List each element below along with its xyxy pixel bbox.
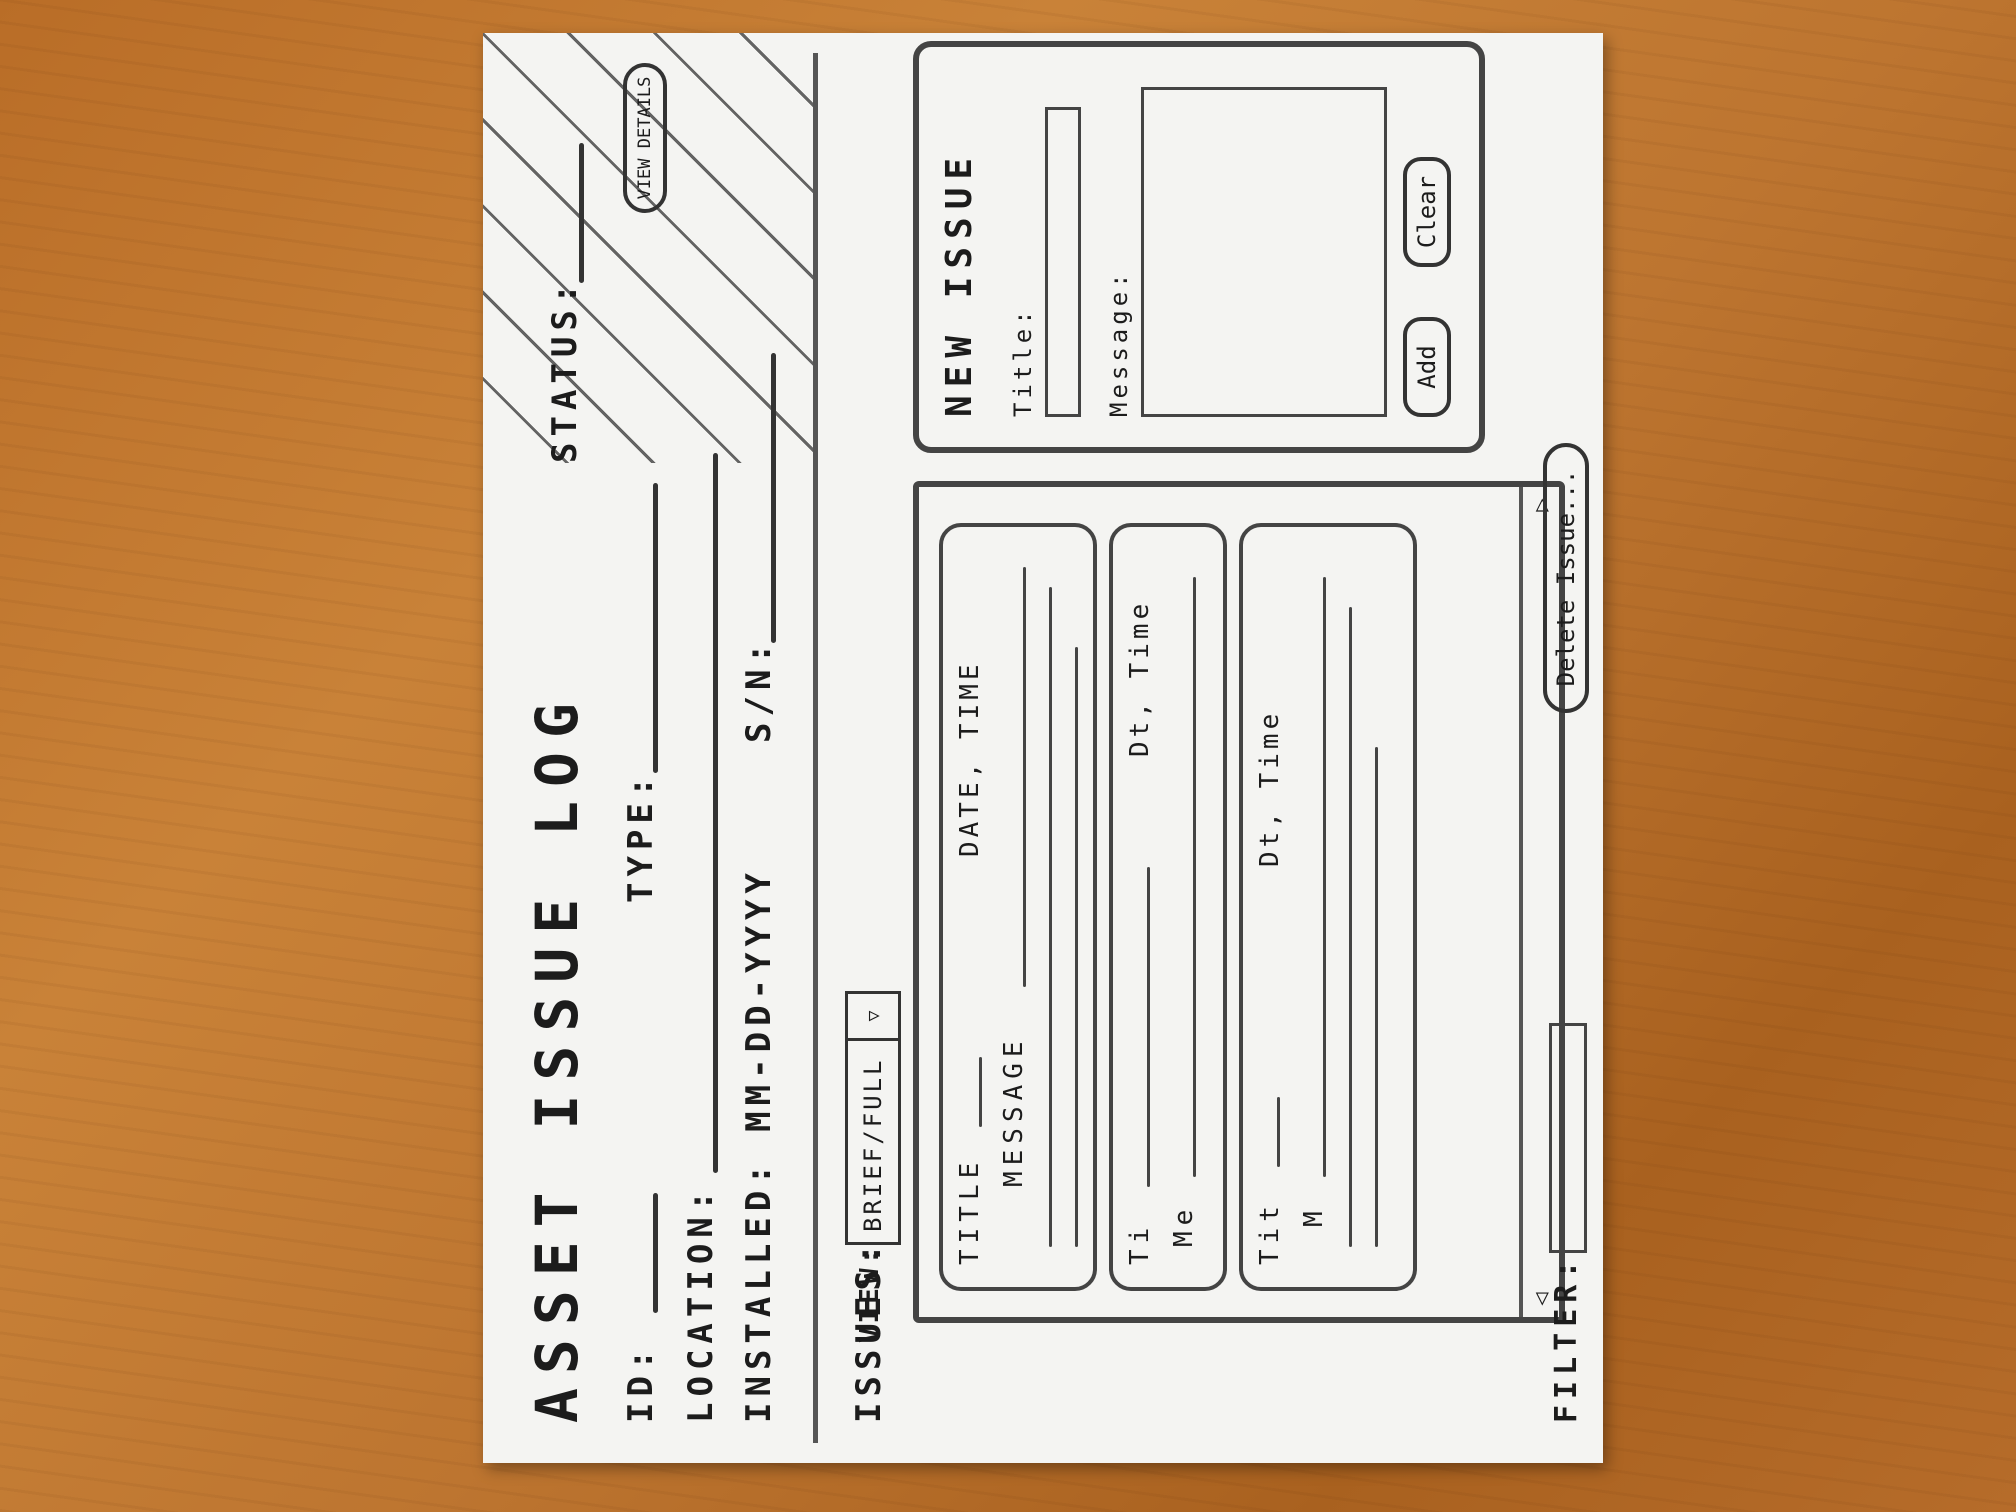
clear-button[interactable]: Clear	[1403, 157, 1451, 267]
message-scribble	[1323, 577, 1326, 1177]
sn-value-line	[771, 353, 776, 643]
new-issue-title-input[interactable]	[1045, 107, 1081, 417]
wireframe: ASSET ISSUE LOG STATUS: VIEW DETAILS ID:…	[483, 33, 1603, 1463]
message-scribble	[1349, 607, 1352, 1247]
view-details-button[interactable]: VIEW DETAILS	[623, 63, 667, 213]
view-mode-select[interactable]: BRIEF/FULL ▽	[845, 991, 901, 1245]
issue-datetime: Dt, Time	[1255, 709, 1285, 867]
new-issue-title: NEW ISSUE	[939, 149, 980, 417]
issue-title: Tit	[1255, 1200, 1285, 1265]
add-button[interactable]: Add	[1403, 317, 1451, 417]
message-scribble	[1023, 567, 1026, 987]
issue-message: M	[1299, 1205, 1329, 1227]
new-issue-message-input[interactable]	[1141, 87, 1387, 417]
filter-label: FILTER:	[1549, 1254, 1584, 1423]
location-label: LOCATION:	[681, 1184, 721, 1423]
issue-title: Ti	[1125, 1221, 1155, 1265]
type-label: TYPE:	[621, 770, 661, 903]
issue-card[interactable]: Tit Dt, Time M	[1239, 523, 1417, 1291]
message-scribble	[1049, 587, 1052, 1247]
message-scribble	[1375, 747, 1378, 1247]
status-value-line	[579, 143, 584, 283]
chevron-down-icon[interactable]: ▽	[848, 994, 898, 1041]
sn-label: S/N:	[739, 637, 779, 743]
installed-date: MM-DD-YYYY	[739, 867, 779, 1132]
id-label: ID:	[621, 1343, 661, 1423]
issue-datetime: DATE, TIME	[955, 660, 985, 857]
paper-sheet: ASSET ISSUE LOG STATUS: VIEW DETAILS ID:…	[483, 33, 1603, 1463]
title-scribble	[1147, 867, 1150, 1187]
issue-message: MESSAGE	[999, 1035, 1029, 1187]
status-label: STATUS:	[545, 277, 585, 463]
issue-card[interactable]: TITLE DATE, TIME MESSAGE	[939, 523, 1097, 1291]
location-value-line	[713, 453, 718, 1173]
title-field-label: Title:	[1009, 306, 1037, 417]
issue-datetime: Dt, Time	[1125, 599, 1155, 757]
new-issue-panel: NEW ISSUE Title: Message: Add Clear	[913, 41, 1485, 453]
issue-title: TITLE	[955, 1156, 985, 1265]
delete-issue-button[interactable]: Delete Issue...	[1543, 443, 1589, 713]
message-scribble	[1193, 577, 1196, 1177]
title-scribble	[1277, 1097, 1280, 1167]
issue-message: Me	[1169, 1203, 1199, 1247]
issues-list-panel: TITLE DATE, TIME MESSAGE Ti Dt, Time Me …	[913, 481, 1565, 1323]
installed-label-text: INSTALLED:	[739, 1158, 779, 1423]
type-value-line	[653, 483, 658, 773]
view-label: VIEW:	[855, 1244, 885, 1343]
view-mode-value: BRIEF/FULL	[859, 1057, 887, 1233]
title-scribble	[979, 1057, 982, 1127]
message-field-label: Message:	[1105, 269, 1133, 417]
installed-label: INSTALLED: MM-DD-YYYY	[739, 867, 779, 1423]
message-scribble	[1075, 647, 1078, 1247]
header-divider	[813, 53, 818, 1443]
page-title: ASSET ISSUE LOG	[523, 689, 591, 1423]
id-value-line	[653, 1193, 658, 1313]
filter-input[interactable]	[1549, 1023, 1587, 1253]
issue-card[interactable]: Ti Dt, Time Me	[1109, 523, 1227, 1291]
